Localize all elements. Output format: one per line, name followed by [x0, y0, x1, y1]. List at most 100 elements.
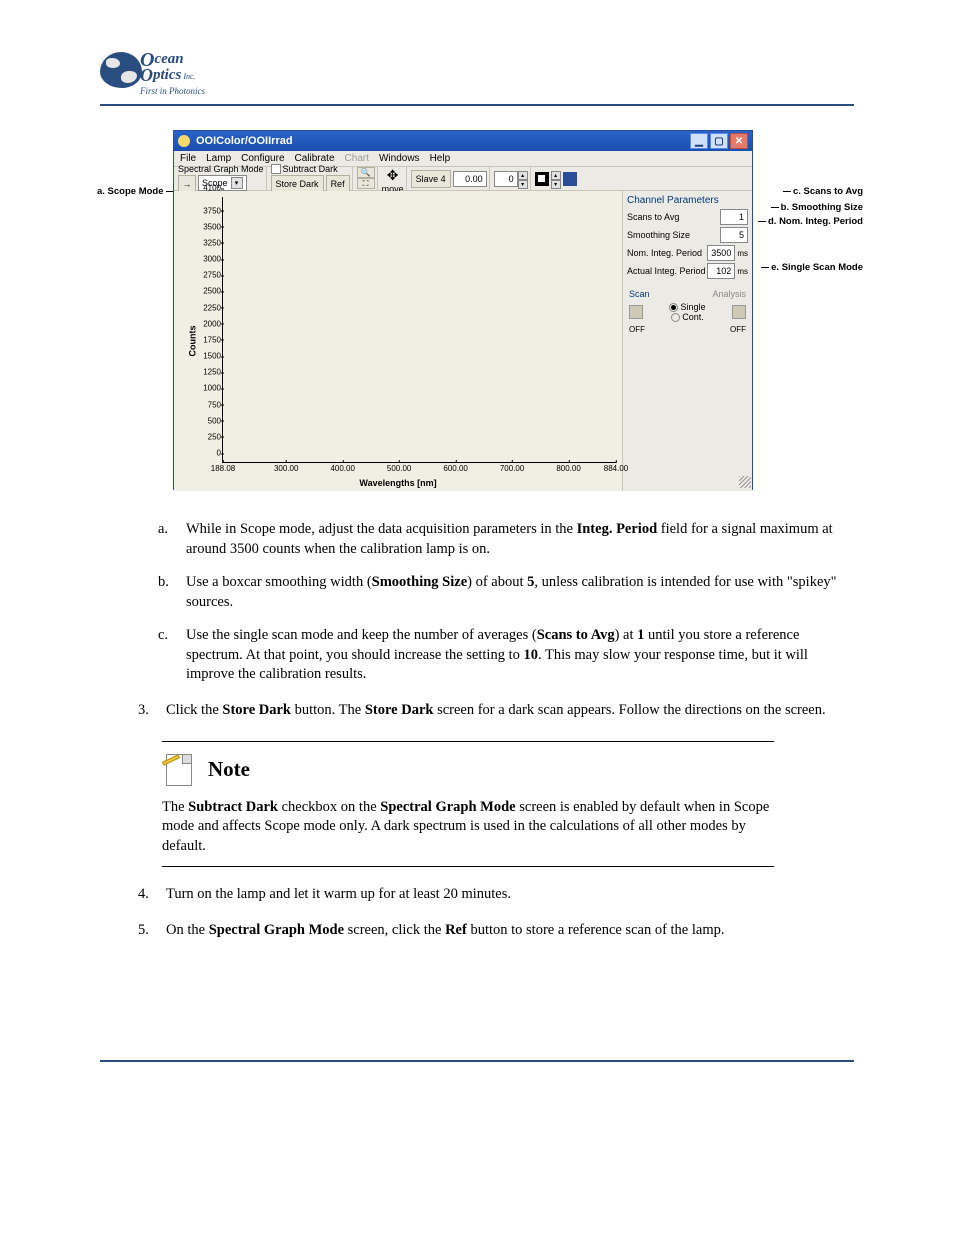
item-c-text: Use the single scan mode and keep the nu…	[186, 627, 808, 682]
chevron-down-icon: ▾	[231, 177, 243, 189]
x-tick: 188.08	[211, 462, 235, 473]
y-axis-label: Counts	[188, 326, 198, 357]
y-tick: 1000	[203, 384, 221, 393]
item-c-marker: c.	[158, 626, 168, 646]
titlebar[interactable]: OOIColor/OOIIrrad ▁ ▢ ✕	[174, 131, 752, 151]
param-value[interactable]: 1	[720, 209, 748, 225]
slave-label[interactable]: Slave 4	[411, 170, 451, 188]
y-tick: 2750	[203, 271, 221, 280]
callout-integ-period: d. Nom. Integ. Period	[758, 216, 863, 227]
analysis-legend: Analysis	[712, 289, 746, 299]
off-label-left: OFF	[629, 325, 645, 334]
x-tick: 884.00	[604, 462, 628, 473]
item-a-text: While in Scope mode, adjust the data acq…	[186, 521, 833, 557]
item-b-marker: b.	[158, 573, 169, 593]
brand-logo: Ocean Optics Inc. First in Photonics	[100, 50, 205, 94]
value-spinner[interactable]: 0 ▴▾	[494, 171, 528, 187]
item-a-marker: a.	[158, 520, 168, 540]
callout-scans-to-avg: c. Scans to Avg	[783, 186, 863, 197]
param-value[interactable]: 3500	[707, 245, 735, 261]
menu-windows[interactable]: Windows	[379, 153, 420, 164]
param-row: Scans to Avg 1	[627, 209, 748, 225]
page-header: Ocean Optics Inc. First in Photonics	[100, 50, 854, 94]
param-value[interactable]: 102	[707, 263, 735, 279]
note-text: The Subtract Dark checkbox on the Spectr…	[162, 798, 774, 857]
x-tick: 600.00	[443, 462, 467, 473]
panel-title: Channel Parameters	[627, 195, 748, 206]
param-label: Scans to Avg	[627, 212, 679, 222]
scan-indicator-left[interactable]	[629, 305, 643, 319]
callout-smoothing-size: b. Smoothing Size	[771, 202, 863, 213]
toolbar: Spectral Graph Mode → Scope ▾ Subtract D…	[174, 167, 752, 191]
footer-rule	[100, 1060, 854, 1062]
y-tick: 750	[208, 400, 221, 409]
scan-indicator-right[interactable]	[732, 305, 746, 319]
cont-radio[interactable]: Cont.	[669, 312, 705, 322]
param-unit: ms	[737, 249, 748, 258]
single-radio[interactable]: Single	[669, 302, 705, 312]
embedded-screenshot: a. Scope Mode c. Scans to Avg b. Smoothi…	[107, 130, 847, 490]
y-tick: 2250	[203, 303, 221, 312]
y-tick: 0	[217, 449, 221, 458]
y-tick: 3250	[203, 238, 221, 247]
param-row: Actual Integ. Period102ms	[627, 263, 748, 279]
plot-surface[interactable]: 0250500750100012501500175020002250250027…	[222, 197, 616, 463]
x-tick: 400.00	[330, 462, 354, 473]
x-tick: 300.00	[274, 462, 298, 473]
graph-mode-label: Spectral Graph Mode	[178, 164, 264, 174]
y-tick: 500	[208, 416, 221, 425]
subtract-dark-checkbox[interactable]: Subtract Dark	[271, 164, 338, 174]
save-icon[interactable]	[563, 172, 577, 186]
param-label: Nom. Integ. Period	[627, 248, 702, 258]
maximize-button[interactable]: ▢	[710, 133, 728, 149]
off-label-right: OFF	[730, 325, 746, 334]
param-value[interactable]: 5	[720, 227, 748, 243]
y-tick: 3750	[203, 206, 221, 215]
fullscreen-button[interactable]: ⛶	[357, 178, 375, 189]
callout-single-scan: e. Single Scan Mode	[761, 262, 863, 273]
header-rule	[100, 104, 854, 106]
window-title: OOIColor/OOIIrrad	[196, 135, 690, 147]
x-tick: 800.00	[556, 462, 580, 473]
y-tick: 3000	[203, 255, 221, 264]
resize-handle[interactable]	[739, 476, 751, 488]
menu-file[interactable]: File	[180, 153, 196, 164]
scan-box: Scan Analysis Single Cont. OFF	[627, 285, 748, 338]
menu-configure[interactable]: Configure	[241, 153, 284, 164]
item-b-text: Use a boxcar smoothing width (Smoothing …	[186, 574, 837, 610]
y-tick: 1250	[203, 368, 221, 377]
param-row: Nom. Integ. Period 3500ms	[627, 245, 748, 261]
hand-icon[interactable]: ✥	[387, 167, 399, 184]
scan-legend: Scan	[629, 289, 650, 299]
y-tick: 1750	[203, 335, 221, 344]
y-tick: 4100	[203, 184, 221, 193]
note-box: Note The Subtract Dark checkbox on the S…	[162, 741, 774, 868]
note-icon	[162, 752, 198, 788]
zoom-button[interactable]: 🔍	[357, 167, 375, 178]
small-spinner[interactable]: ▴▾	[551, 171, 561, 187]
app-window: OOIColor/OOIIrrad ▁ ▢ ✕ File Lamp Config…	[173, 130, 753, 490]
step4-marker: 4.	[138, 885, 149, 905]
chart-area: Counts Wavelengths [nm] 0250500750100012…	[174, 191, 622, 491]
slave-value[interactable]: 0.00	[453, 171, 487, 187]
step3-text: Click the Store Dark button. The Store D…	[166, 702, 826, 718]
close-button[interactable]: ✕	[730, 133, 748, 149]
y-tick: 250	[208, 432, 221, 441]
menu-help[interactable]: Help	[430, 153, 451, 164]
x-tick: 700.00	[500, 462, 524, 473]
param-row: Smoothing Size5	[627, 227, 748, 243]
menu-lamp[interactable]: Lamp	[206, 153, 231, 164]
app-icon	[178, 135, 190, 147]
menu-calibrate[interactable]: Calibrate	[295, 153, 335, 164]
step5-text: On the Spectral Graph Mode screen, click…	[166, 922, 725, 938]
y-tick: 2000	[203, 319, 221, 328]
note-title: Note	[208, 757, 250, 782]
x-tick: 500.00	[387, 462, 411, 473]
step5-marker: 5.	[138, 921, 149, 941]
minimize-button[interactable]: ▁	[690, 133, 708, 149]
y-tick: 2500	[203, 287, 221, 296]
channel-parameters-panel: Channel Parameters Scans to Avg 1 Smoothin…	[622, 191, 752, 491]
stop-button[interactable]	[535, 172, 549, 186]
x-axis-label: Wavelengths [nm]	[359, 478, 436, 488]
param-unit: ms	[737, 267, 748, 276]
